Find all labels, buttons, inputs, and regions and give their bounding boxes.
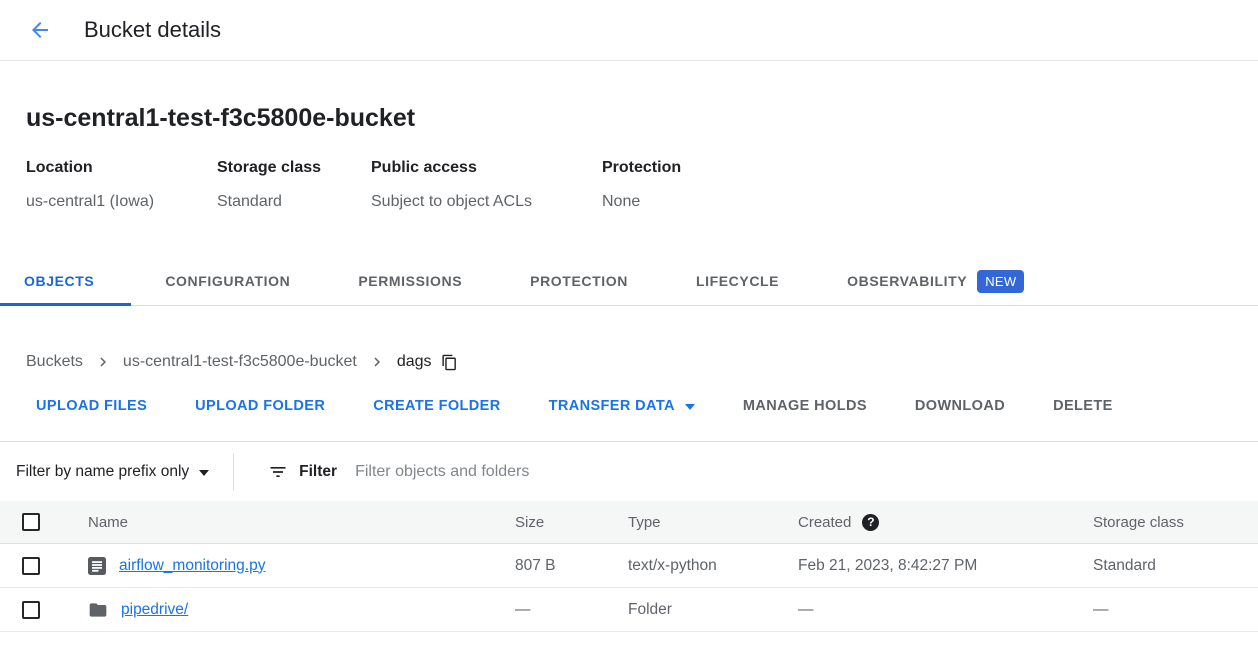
name-cell: airflow_monitoring.py — [88, 557, 515, 575]
chevron-right-icon — [368, 353, 386, 371]
meta-label: Protection — [602, 159, 681, 177]
copy-path-button[interactable] — [441, 354, 458, 371]
file-icon — [88, 557, 106, 575]
tab-label: OBJECTS — [24, 273, 94, 289]
filter-list-icon — [268, 462, 288, 482]
delete-button[interactable]: DELETE — [1053, 398, 1113, 414]
tab-permissions[interactable]: PERMISSIONS — [324, 257, 496, 305]
arrow-left-icon — [28, 18, 52, 42]
page-title: Bucket details — [84, 17, 221, 43]
type-cell: Folder — [628, 601, 798, 619]
bucket-name: us-central1-test-f3c5800e-bucket — [26, 104, 1258, 133]
column-header-created: Created ? — [798, 514, 1093, 531]
button-label: DOWNLOAD — [915, 398, 1005, 414]
column-header-type: Type — [628, 514, 798, 531]
meta-value: None — [602, 193, 681, 211]
size-cell: 807 B — [515, 557, 628, 575]
size-cell: — — [515, 601, 628, 619]
button-label: MANAGE HOLDS — [743, 398, 867, 414]
object-actions-toolbar: UPLOAD FILES UPLOAD FOLDER CREATE FOLDER… — [0, 398, 1258, 414]
transfer-data-button[interactable]: TRANSFER DATA — [549, 398, 695, 414]
bucket-meta-row: Location us-central1 (Iowa) Storage clas… — [26, 159, 1258, 211]
filter-scope-dropdown[interactable]: Filter by name prefix only — [16, 463, 209, 481]
column-header-storage-class: Storage class — [1093, 514, 1258, 531]
folder-link[interactable]: pipedrive/ — [121, 601, 188, 619]
tab-lifecycle[interactable]: LIFECYCLE — [662, 257, 813, 305]
table-header: Name Size Type Created ? Storage class — [0, 501, 1258, 544]
button-label: UPLOAD FOLDER — [195, 398, 325, 414]
filter-label: Filter — [299, 463, 337, 481]
meta-public-access: Public access Subject to object ACLs — [371, 159, 602, 211]
meta-label: Location — [26, 159, 217, 177]
folder-icon — [88, 600, 108, 620]
created-cell: Feb 21, 2023, 8:42:27 PM — [798, 557, 1093, 575]
manage-holds-button[interactable]: MANAGE HOLDS — [743, 398, 867, 414]
select-all-checkbox[interactable] — [22, 513, 40, 531]
button-label: CREATE FOLDER — [373, 398, 500, 414]
tab-protection[interactable]: PROTECTION — [496, 257, 662, 305]
filter-input[interactable] — [355, 463, 1258, 481]
copy-icon — [441, 354, 458, 371]
meta-location: Location us-central1 (Iowa) — [26, 159, 217, 211]
filter-scope-label: Filter by name prefix only — [16, 463, 189, 481]
dropdown-caret-icon — [685, 404, 695, 410]
top-app-bar: Bucket details — [0, 0, 1258, 61]
dropdown-caret-icon — [199, 470, 209, 476]
bucket-info-section: us-central1-test-f3c5800e-bucket Locatio… — [0, 104, 1258, 211]
column-header-label: Created — [798, 514, 851, 531]
meta-label: Public access — [371, 159, 602, 177]
row-checkbox[interactable] — [22, 557, 40, 575]
table-row: pipedrive/ — Folder — — — [0, 588, 1258, 632]
chevron-right-icon — [94, 353, 112, 371]
create-folder-button[interactable]: CREATE FOLDER — [373, 398, 500, 414]
tab-label: LIFECYCLE — [696, 273, 779, 289]
tab-objects[interactable]: OBJECTS — [0, 257, 131, 305]
download-button[interactable]: DOWNLOAD — [915, 398, 1005, 414]
meta-label: Storage class — [217, 159, 371, 177]
column-header-size: Size — [515, 514, 628, 531]
button-label: TRANSFER DATA — [549, 398, 675, 414]
tab-configuration[interactable]: CONFIGURATION — [131, 257, 324, 305]
help-icon[interactable]: ? — [862, 514, 879, 531]
row-checkbox-cell — [0, 601, 88, 619]
tab-bar: OBJECTS CONFIGURATION PERMISSIONS PROTEC… — [0, 257, 1258, 306]
breadcrumb: Buckets us-central1-test-f3c5800e-bucket… — [0, 353, 1258, 371]
new-badge: NEW — [977, 270, 1024, 293]
button-label: UPLOAD FILES — [36, 398, 147, 414]
name-cell: pipedrive/ — [88, 600, 515, 620]
created-cell: — — [798, 601, 1093, 619]
object-link[interactable]: airflow_monitoring.py — [119, 557, 265, 575]
row-checkbox[interactable] — [22, 601, 40, 619]
column-header-name: Name — [88, 514, 515, 531]
storage-class-cell: Standard — [1093, 557, 1258, 575]
storage-class-cell: — — [1093, 601, 1258, 619]
meta-storage-class: Storage class Standard — [217, 159, 371, 211]
meta-value: us-central1 (Iowa) — [26, 193, 217, 211]
breadcrumb-buckets[interactable]: Buckets — [26, 353, 83, 371]
meta-value: Subject to object ACLs — [371, 193, 602, 211]
row-checkbox-cell — [0, 557, 88, 575]
upload-folder-button[interactable]: UPLOAD FOLDER — [195, 398, 325, 414]
upload-files-button[interactable]: UPLOAD FILES — [36, 398, 147, 414]
tab-label: PROTECTION — [530, 273, 628, 289]
button-label: DELETE — [1053, 398, 1113, 414]
table-row: airflow_monitoring.py 807 B text/x-pytho… — [0, 544, 1258, 588]
filter-bar: Filter by name prefix only Filter — [0, 441, 1258, 501]
meta-protection: Protection None — [602, 159, 681, 211]
tab-observability[interactable]: OBSERVABILITY NEW — [813, 257, 1058, 305]
tab-label: PERMISSIONS — [358, 273, 462, 289]
header-checkbox-cell — [0, 513, 88, 531]
breadcrumb-bucket-name[interactable]: us-central1-test-f3c5800e-bucket — [123, 353, 357, 371]
tab-label: CONFIGURATION — [165, 273, 290, 289]
meta-value: Standard — [217, 193, 371, 211]
vertical-divider — [233, 453, 234, 491]
tab-label: OBSERVABILITY — [847, 273, 967, 289]
back-button[interactable] — [20, 10, 60, 50]
breadcrumb-current-folder: dags — [397, 353, 432, 371]
type-cell: text/x-python — [628, 557, 798, 575]
